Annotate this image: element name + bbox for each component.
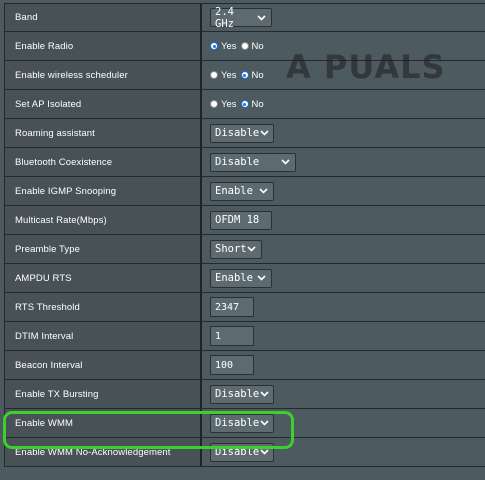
label-band: Band [5,4,202,31]
label-preamble-type: Preamble Type [5,235,202,263]
row-wmm-no-ack: Enable WMM No-Acknowledgement Disable [5,438,485,467]
radio-unchecked-icon [210,71,218,79]
label-wmm-no-ack: Enable WMM No-Acknowledgement [5,438,202,466]
chevron-down-icon [259,389,269,400]
enable-radio-no[interactable]: No [240,41,264,52]
row-enable-wmm: Enable WMM Disable [5,409,485,438]
wireless-scheduler-yes[interactable]: Yes [210,70,237,81]
row-wireless-scheduler: Enable wireless scheduler Yes No [5,61,485,90]
label-rts-threshold: RTS Threshold [5,293,202,321]
chevron-down-icon [280,157,291,168]
row-rts-threshold: RTS Threshold [5,293,485,322]
enable-radio-group: Yes No [210,41,268,52]
row-enable-radio: Enable Radio Yes No [5,32,485,61]
ap-isolated-yes[interactable]: Yes [210,99,237,110]
row-igmp-snooping: Enable IGMP Snooping Enable [5,177,485,206]
radio-unchecked-icon [240,42,249,50]
label-multicast-rate: Multicast Rate(Mbps) [5,206,202,234]
chevron-down-icon [259,447,269,458]
label-dtim-interval: DTIM Interval [5,322,202,350]
wireless-scheduler-group: Yes No [210,70,268,81]
row-tx-bursting: Enable TX Bursting Disable [5,380,485,409]
label-bluetooth-coexistence: Bluetooth Coexistence [5,148,202,176]
wireless-scheduler-no[interactable]: No [240,70,264,81]
wmm-no-ack-select[interactable]: Disable [210,442,274,462]
chevron-down-icon [257,12,267,23]
bluetooth-coexistence-select[interactable]: Disable [210,152,296,172]
chevron-down-icon [259,418,269,429]
rts-threshold-input[interactable] [210,297,254,317]
wireless-settings-table: Band 2.4 GHz Enable Radio Yes No Enable … [4,3,485,467]
chevron-down-icon [258,186,269,197]
beacon-interval-input[interactable] [210,355,254,375]
label-roaming-assistant: Roaming assistant [5,119,202,147]
label-enable-radio: Enable Radio [5,32,202,60]
row-ap-isolated: Set AP Isolated Yes No [5,90,485,119]
row-band: Band 2.4 GHz [5,3,485,32]
enable-wmm-select[interactable]: Disable [210,413,274,433]
row-beacon-interval: Beacon Interval [5,351,485,380]
chevron-down-icon [247,244,257,255]
roaming-assistant-select[interactable]: Disable [210,123,274,143]
label-beacon-interval: Beacon Interval [5,351,202,379]
row-dtim-interval: DTIM Interval [5,322,485,351]
label-enable-wmm: Enable WMM [5,409,202,437]
preamble-type-select[interactable]: Short [210,239,262,259]
radio-checked-icon [210,42,218,50]
multicast-rate-select[interactable]: OFDM 18 [210,210,272,230]
row-multicast-rate: Multicast Rate(Mbps) OFDM 18 [5,206,485,235]
chevron-down-icon [256,273,267,284]
row-bluetooth-coexistence: Bluetooth Coexistence Disable [5,148,485,177]
radio-unchecked-icon [210,100,218,108]
radio-checked-icon [240,100,249,108]
radio-checked-icon [240,71,249,79]
label-wireless-scheduler: Enable wireless scheduler [5,61,202,89]
ap-isolated-no[interactable]: No [240,99,264,110]
label-ampdu-rts: AMPDU RTS [5,264,202,292]
ampdu-rts-select[interactable]: Enable [210,268,272,288]
enable-radio-yes[interactable]: Yes [210,41,237,52]
ap-isolated-group: Yes No [210,99,268,110]
igmp-snooping-select[interactable]: Enable [210,181,274,201]
label-tx-bursting: Enable TX Bursting [5,380,202,408]
band-select[interactable]: 2.4 GHz [210,6,272,30]
label-ap-isolated: Set AP Isolated [5,90,202,118]
tx-bursting-select[interactable]: Disable [210,384,274,404]
label-igmp-snooping: Enable IGMP Snooping [5,177,202,205]
row-roaming-assistant: Roaming assistant Disable [5,119,485,148]
chevron-down-icon [259,128,269,139]
row-ampdu-rts: AMPDU RTS Enable [5,264,485,293]
row-preamble-type: Preamble Type Short [5,235,485,264]
dtim-interval-input[interactable] [210,326,254,346]
